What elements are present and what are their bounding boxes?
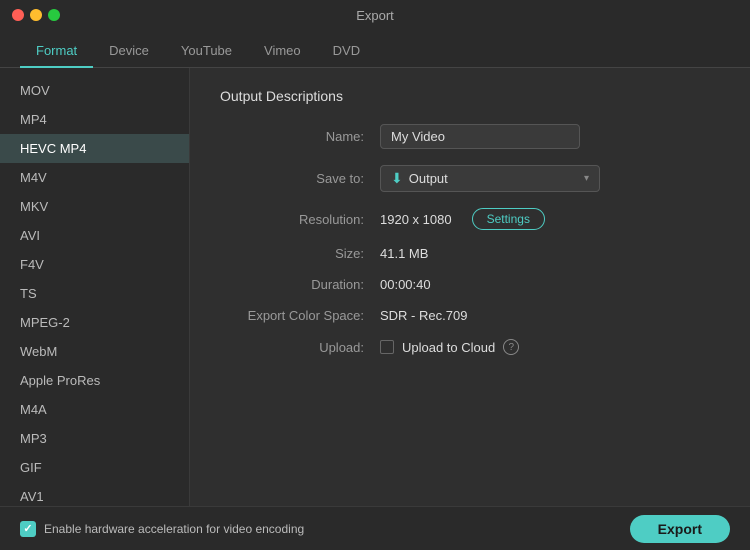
sidebar-item-apple-prores[interactable]: Apple ProRes xyxy=(0,366,189,395)
hw-accel-row: Enable hardware acceleration for video e… xyxy=(20,521,304,537)
upload-label: Upload: xyxy=(220,340,380,355)
main-layout: MOV MP4 HEVC MP4 M4V MKV AVI F4V TS MPEG… xyxy=(0,68,750,506)
format-sidebar: MOV MP4 HEVC MP4 M4V MKV AVI F4V TS MPEG… xyxy=(0,68,190,506)
hw-accel-label: Enable hardware acceleration for video e… xyxy=(44,522,304,536)
close-button[interactable] xyxy=(12,9,24,21)
resolution-value: 1920 x 1080 xyxy=(380,212,452,227)
sidebar-item-avi[interactable]: AVI xyxy=(0,221,189,250)
output-descriptions-panel: Output Descriptions Name: Save to: ⬇ Out… xyxy=(190,68,750,506)
sidebar-item-mp3[interactable]: MP3 xyxy=(0,424,189,453)
sidebar-item-m4a[interactable]: M4A xyxy=(0,395,189,424)
hw-accel-checkbox[interactable] xyxy=(20,521,36,537)
upload-help-icon[interactable]: ? xyxy=(503,339,519,355)
upload-cloud-label: Upload to Cloud xyxy=(402,340,495,355)
color-space-value: SDR - Rec.709 xyxy=(380,308,467,323)
section-title: Output Descriptions xyxy=(220,88,720,104)
settings-button[interactable]: Settings xyxy=(472,208,545,230)
sidebar-item-m4v[interactable]: M4V xyxy=(0,163,189,192)
tab-device[interactable]: Device xyxy=(93,35,165,68)
maximize-button[interactable] xyxy=(48,9,60,21)
resolution-row-inner: 1920 x 1080 Settings xyxy=(380,208,545,230)
size-row: Size: 41.1 MB xyxy=(220,246,720,261)
chevron-down-icon: ▾ xyxy=(584,173,589,184)
save-to-value: Output xyxy=(409,171,448,186)
sidebar-item-ts[interactable]: TS xyxy=(0,279,189,308)
export-button[interactable]: Export xyxy=(630,515,730,543)
color-space-label: Export Color Space: xyxy=(220,308,380,323)
sidebar-item-gif[interactable]: GIF xyxy=(0,453,189,482)
title-bar: Export xyxy=(0,0,750,30)
window-title: Export xyxy=(356,8,394,23)
sidebar-item-hevc-mp4[interactable]: HEVC MP4 xyxy=(0,134,189,163)
bottom-bar: Enable hardware acceleration for video e… xyxy=(0,506,750,550)
sidebar-item-mkv[interactable]: MKV xyxy=(0,192,189,221)
upload-controls: Upload to Cloud ? xyxy=(380,339,519,355)
duration-label: Duration: xyxy=(220,277,380,292)
save-to-inner: ⬇ Output xyxy=(391,170,448,187)
tab-dvd[interactable]: DVD xyxy=(317,35,376,68)
color-space-row: Export Color Space: SDR - Rec.709 xyxy=(220,308,720,323)
download-icon: ⬇ xyxy=(391,170,403,187)
size-label: Size: xyxy=(220,246,380,261)
window-controls xyxy=(12,9,60,21)
duration-row: Duration: 00:00:40 xyxy=(220,277,720,292)
minimize-button[interactable] xyxy=(30,9,42,21)
tab-vimeo[interactable]: Vimeo xyxy=(248,35,317,68)
name-label: Name: xyxy=(220,129,380,144)
sidebar-item-webm[interactable]: WebM xyxy=(0,337,189,366)
duration-value: 00:00:40 xyxy=(380,277,431,292)
save-to-dropdown[interactable]: ⬇ Output ▾ xyxy=(380,165,600,192)
tab-youtube[interactable]: YouTube xyxy=(165,35,248,68)
save-to-label: Save to: xyxy=(220,171,380,186)
name-input[interactable] xyxy=(380,124,580,149)
resolution-label: Resolution: xyxy=(220,212,380,227)
tab-format[interactable]: Format xyxy=(20,35,93,68)
resolution-row: Resolution: 1920 x 1080 Settings xyxy=(220,208,720,230)
sidebar-item-av1[interactable]: AV1 xyxy=(0,482,189,506)
upload-cloud-checkbox[interactable] xyxy=(380,340,394,354)
sidebar-item-f4v[interactable]: F4V xyxy=(0,250,189,279)
size-value: 41.1 MB xyxy=(380,246,428,261)
sidebar-item-mov[interactable]: MOV xyxy=(0,76,189,105)
sidebar-item-mp4[interactable]: MP4 xyxy=(0,105,189,134)
name-row: Name: xyxy=(220,124,720,149)
sidebar-item-mpeg2[interactable]: MPEG-2 xyxy=(0,308,189,337)
upload-row: Upload: Upload to Cloud ? xyxy=(220,339,720,355)
save-to-row: Save to: ⬇ Output ▾ xyxy=(220,165,720,192)
tab-bar: Format Device YouTube Vimeo DVD xyxy=(0,30,750,68)
